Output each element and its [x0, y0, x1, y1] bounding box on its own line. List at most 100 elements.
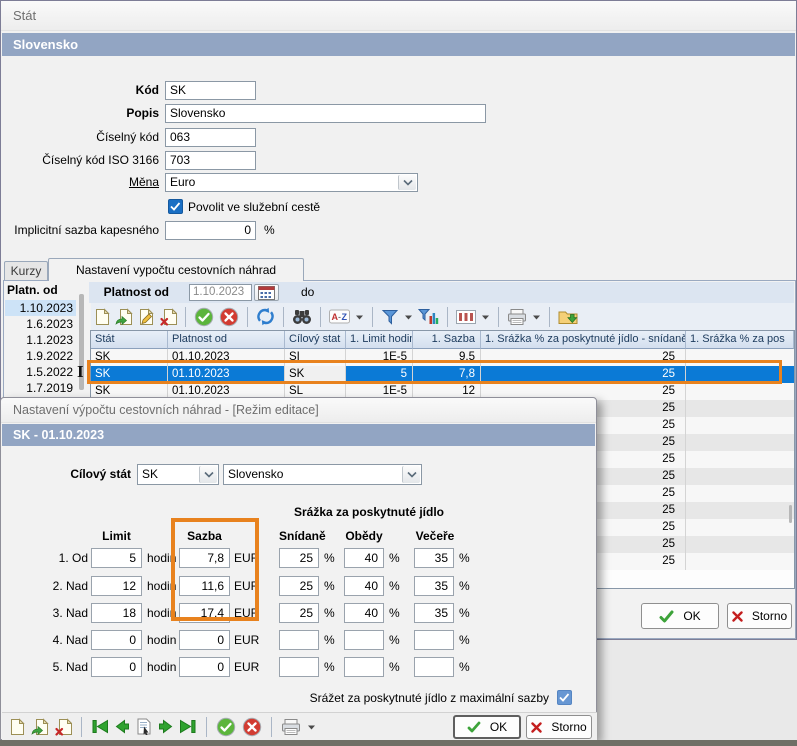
doc-copy-icon[interactable]	[31, 716, 49, 738]
ciselny-kod-field[interactable]: 063	[165, 128, 256, 147]
ok-circle-icon[interactable]	[216, 716, 236, 738]
ok-circle-icon[interactable]	[194, 306, 214, 328]
obedy-input[interactable]: 40	[344, 548, 384, 568]
snidane-input[interactable]: 25	[279, 603, 319, 623]
dropdown-icon[interactable]	[481, 306, 490, 328]
povolit-checkbox[interactable]	[168, 199, 183, 214]
platnost-od-input[interactable]: 1.10.2023	[189, 284, 252, 301]
vecere-input[interactable]: 35	[414, 603, 454, 623]
sazba-input[interactable]: 7,8	[179, 548, 230, 568]
obedy-input[interactable]: 40	[344, 603, 384, 623]
sazba-input[interactable]: 0	[179, 630, 230, 650]
obedy-input[interactable]	[344, 630, 384, 650]
column-header[interactable]: Stát	[91, 331, 168, 349]
table-scrollbar[interactable]	[789, 505, 792, 523]
limit-input[interactable]: 0	[91, 657, 142, 677]
chevron-down-icon[interactable]	[199, 466, 217, 483]
column-header[interactable]: 1. Limit hodin	[346, 331, 413, 349]
calendar-button[interactable]	[254, 284, 279, 301]
doc-delete-icon[interactable]	[160, 306, 177, 328]
nav-next-icon[interactable]	[158, 716, 173, 738]
chevron-down-icon[interactable]	[398, 175, 416, 190]
snidane-input[interactable]: 25	[279, 576, 319, 596]
storno-button[interactable]: Storno	[727, 603, 792, 629]
cilovy-stat-code-combobox[interactable]: SK	[137, 464, 219, 485]
cilovy-stat-code: SK	[142, 467, 158, 481]
platn-od-header: Platn. od	[7, 283, 58, 297]
vecere-input[interactable]	[414, 630, 454, 650]
dialog-storno-button[interactable]: Storno	[526, 715, 592, 739]
dialog-ok-button[interactable]: OK	[453, 715, 521, 739]
dropdown-icon[interactable]	[307, 716, 316, 738]
print-icon[interactable]	[507, 306, 527, 328]
snidane-input[interactable]	[279, 630, 319, 650]
toolbar-separator	[283, 307, 284, 327]
nav-last-icon[interactable]	[179, 716, 197, 738]
nav-first-icon[interactable]	[91, 716, 109, 738]
date-list-item[interactable]: 1.1.2023	[5, 332, 76, 348]
cilovy-stat-label: Cílový stát	[1, 464, 131, 485]
vecere-input[interactable]: 35	[414, 576, 454, 596]
doc-new-icon[interactable]	[94, 306, 110, 328]
column-header[interactable]: Cílový stat	[285, 331, 346, 349]
dropdown-icon[interactable]	[404, 306, 413, 328]
bottom-edge-strip	[0, 740, 797, 746]
dropdown-icon[interactable]	[532, 306, 541, 328]
date-list-item[interactable]: 1.9.2022	[5, 348, 76, 364]
doc-new-icon[interactable]	[9, 716, 25, 738]
iso-kod-field[interactable]: 703	[165, 151, 256, 170]
chevron-down-icon[interactable]	[402, 466, 420, 483]
doc-edit-icon[interactable]	[138, 306, 155, 328]
doc-delete-icon[interactable]	[55, 716, 72, 738]
limit-input[interactable]: 18	[91, 603, 142, 623]
obedy-input[interactable]: 40	[344, 576, 384, 596]
sazba-input[interactable]: 11,6	[179, 576, 230, 596]
vecere-input[interactable]: 35	[414, 548, 454, 568]
cancel-circle-icon[interactable]	[219, 306, 239, 328]
srazet-checkbox[interactable]	[557, 690, 572, 705]
cross-icon	[732, 611, 743, 622]
export-folder-icon[interactable]	[558, 306, 579, 328]
popis-field[interactable]: Slovensko	[165, 104, 486, 123]
vecere-input[interactable]	[414, 657, 454, 677]
filter-funnel-icon[interactable]	[381, 306, 399, 328]
limit-row: 2. Nad12hodin11,6EUR25%40%35%	[1, 576, 596, 597]
sort-az-icon[interactable]: A-Z	[329, 306, 350, 328]
filter-chart-icon[interactable]	[418, 306, 439, 328]
sazba-input[interactable]: 17,4	[179, 603, 230, 623]
date-list-item[interactable]: 1.5.2022	[5, 364, 76, 380]
tab-nastaveni-nahrad[interactable]: Nastavení vypočtu cestovních náhrad	[48, 258, 304, 281]
binoculars-icon[interactable]	[292, 306, 312, 328]
kod-field[interactable]: SK	[165, 81, 256, 100]
table-row[interactable]: SK01.10.2023SK57,825	[91, 366, 794, 383]
date-list-item[interactable]: 1.6.2023	[5, 316, 76, 332]
sazba-input[interactable]: 0	[179, 657, 230, 677]
limit-input[interactable]: 5	[91, 548, 142, 568]
ok-button[interactable]: OK	[641, 603, 719, 629]
column-header[interactable]: 1. Srážka % za poskytnuté jídlo - snídan…	[481, 331, 686, 349]
column-header[interactable]: 1. Srážka % za pos	[686, 331, 794, 349]
dropdown-icon[interactable]	[355, 306, 364, 328]
columns-icon[interactable]	[456, 306, 476, 328]
date-list-item[interactable]: 1.7.2019	[5, 380, 76, 396]
nav-report-icon[interactable]	[136, 716, 152, 738]
obedy-input[interactable]	[344, 657, 384, 677]
date-list-item[interactable]: 1.10.2023	[5, 300, 76, 316]
cancel-circle-icon[interactable]	[242, 716, 262, 738]
column-header[interactable]: 1. Sazba	[413, 331, 481, 349]
column-header[interactable]: Platnost od	[168, 331, 285, 349]
mena-combobox[interactable]: Euro	[165, 173, 418, 192]
table-row[interactable]: SK01.10.2023SI1E-59,525	[91, 349, 794, 366]
refresh-icon[interactable]	[256, 306, 275, 328]
limit-input[interactable]: 12	[91, 576, 142, 596]
kapesne-field[interactable]: 0	[165, 221, 256, 240]
mena-label[interactable]: Měna	[1, 173, 159, 192]
print-icon[interactable]	[281, 716, 301, 738]
snidane-input[interactable]: 25	[279, 548, 319, 568]
cilovy-stat-name-combobox[interactable]: Slovensko	[223, 464, 422, 485]
nav-prev-icon[interactable]	[115, 716, 130, 738]
limit-input[interactable]: 0	[91, 630, 142, 650]
tab-kurzy[interactable]: Kurzy	[4, 261, 48, 280]
snidane-input[interactable]	[279, 657, 319, 677]
doc-copy-icon[interactable]	[115, 306, 133, 328]
